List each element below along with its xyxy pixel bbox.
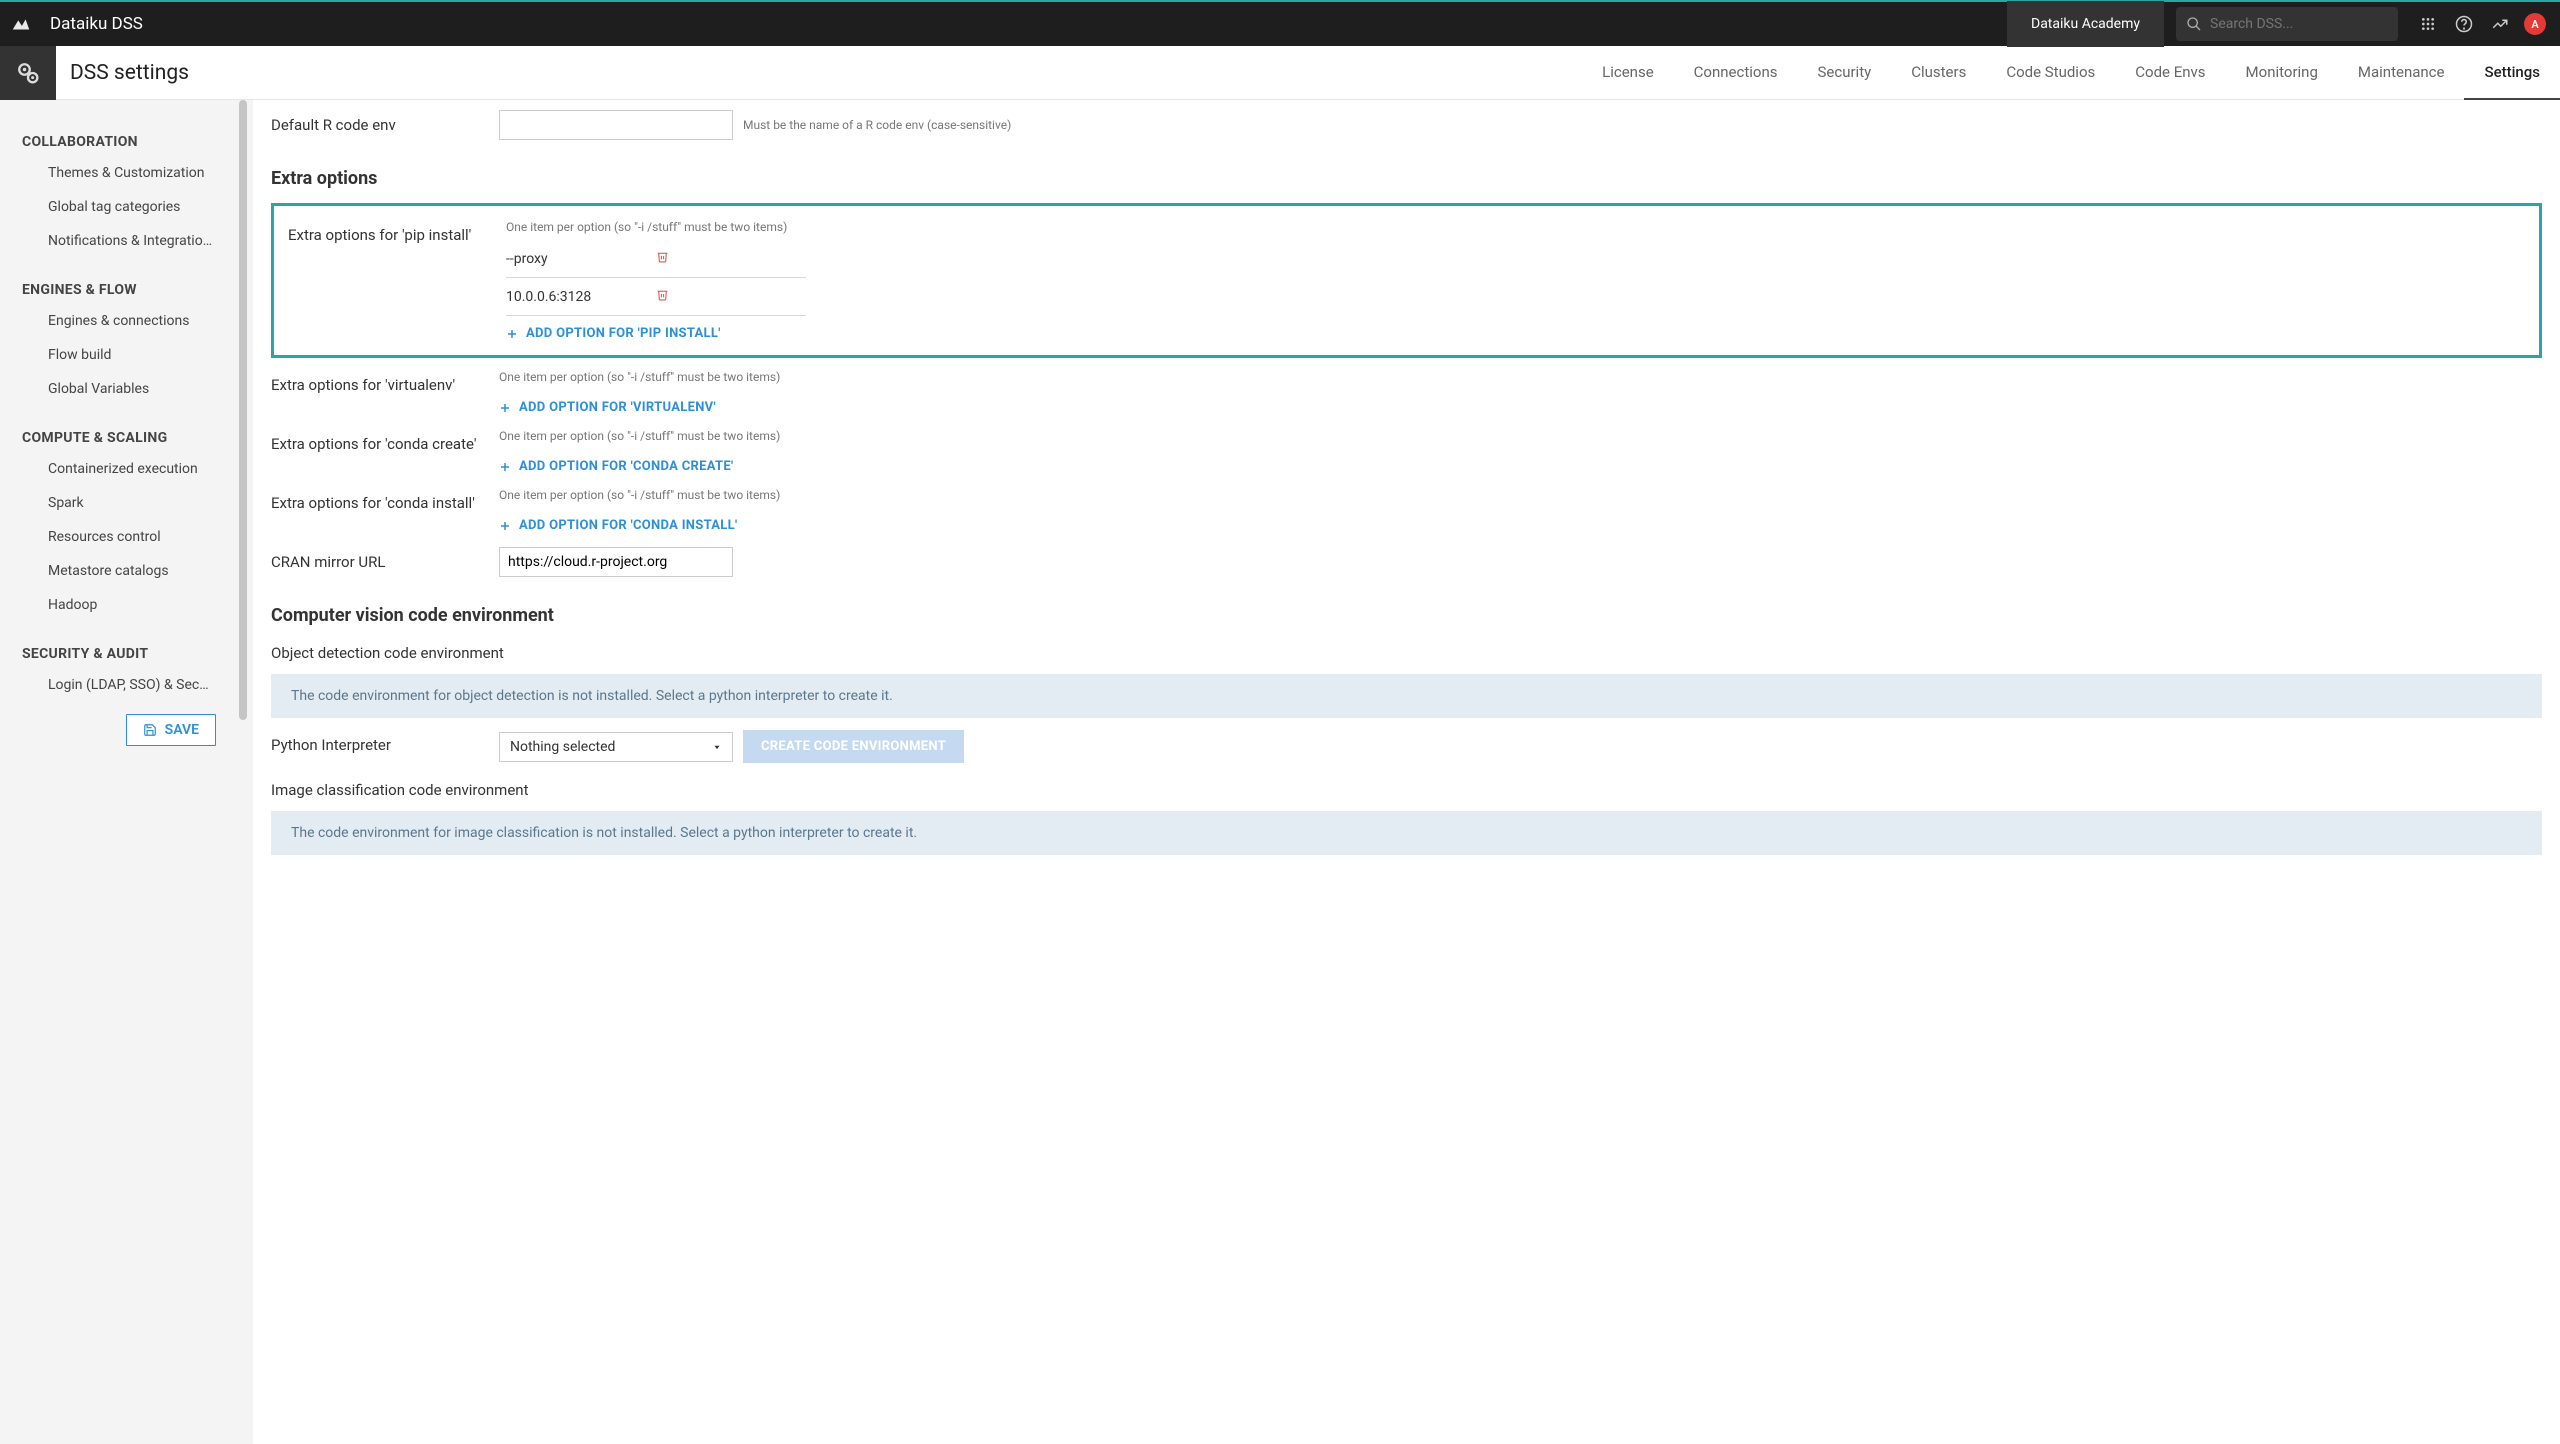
- cran-label: CRAN mirror URL: [271, 547, 499, 571]
- default-r-env-input[interactable]: [499, 110, 733, 140]
- search-icon: [2186, 16, 2202, 32]
- plus-icon: [499, 520, 511, 532]
- save-icon: [143, 723, 157, 737]
- pip-option-value[interactable]: 10.0.0.6:3128: [506, 289, 652, 305]
- plus-icon: [506, 328, 518, 340]
- sidebar-section-security: SECURITY & AUDIT: [0, 636, 238, 668]
- plus-icon: [499, 461, 511, 473]
- add-conda-create-label: ADD OPTION FOR 'CONDA CREATE': [519, 459, 733, 474]
- conda-install-label: Extra options for 'conda install': [271, 488, 499, 512]
- add-venv-option-button[interactable]: ADD OPTION FOR 'VIRTUALENV': [499, 390, 716, 419]
- sidebar-item-engines[interactable]: Engines & connections: [0, 304, 238, 338]
- cran-input[interactable]: [499, 547, 733, 577]
- sidebar-item-resources[interactable]: Resources control: [0, 520, 238, 554]
- add-conda-install-label: ADD OPTION FOR 'CONDA INSTALL': [519, 518, 737, 533]
- save-button[interactable]: SAVE: [126, 714, 216, 746]
- sidebar-item-themes[interactable]: Themes & Customization: [0, 156, 238, 190]
- tab-code-envs[interactable]: Code Envs: [2115, 46, 2225, 100]
- save-label: SAVE: [165, 722, 199, 738]
- py-interp-select[interactable]: Nothing selected: [499, 732, 733, 762]
- venv-options-hint: One item per option (so "-i /stuff" must…: [499, 370, 799, 384]
- tab-monitoring[interactable]: Monitoring: [2226, 46, 2338, 100]
- pip-option-item: --proxy: [506, 240, 806, 278]
- py-interp-label: Python Interpreter: [271, 730, 499, 754]
- topbar: Dataiku DSS Dataiku Academy A: [0, 0, 2560, 46]
- academy-link[interactable]: Dataiku Academy: [2007, 1, 2164, 47]
- tab-security[interactable]: Security: [1797, 46, 1891, 100]
- brand-title: Dataiku DSS: [50, 14, 143, 34]
- img-cls-heading: Image classification code environment: [271, 781, 2542, 799]
- venv-options-label: Extra options for 'virtualenv': [271, 370, 499, 394]
- add-conda-install-button[interactable]: ADD OPTION FOR 'CONDA INSTALL': [499, 508, 737, 537]
- sidebar-item-containerized[interactable]: Containerized execution: [0, 452, 238, 486]
- add-pip-option-label: ADD OPTION FOR 'PIP INSTALL': [526, 326, 721, 341]
- py-interp-selected: Nothing selected: [510, 739, 615, 755]
- tab-maintenance[interactable]: Maintenance: [2338, 46, 2465, 100]
- pip-option-value[interactable]: --proxy: [506, 251, 652, 267]
- img-cls-info: The code environment for image classific…: [271, 811, 2542, 855]
- tab-license[interactable]: License: [1582, 46, 1674, 100]
- sidebar-item-notifications[interactable]: Notifications & Integrations: [0, 224, 238, 258]
- sidebar-section-collaboration: COLLABORATION: [0, 124, 238, 156]
- conda-create-hint: One item per option (so "-i /stuff" must…: [499, 429, 799, 443]
- chevron-down-icon: [712, 742, 722, 752]
- page-title: DSS settings: [70, 61, 189, 85]
- nav-tabs: License Connections Security Clusters Co…: [1582, 46, 2560, 100]
- search-input[interactable]: [2210, 16, 2388, 32]
- conda-create-label: Extra options for 'conda create': [271, 429, 499, 453]
- default-r-env-hint: Must be the name of a R code env (case-s…: [743, 118, 1011, 132]
- sidebar-section-compute: COMPUTE & SCALING: [0, 420, 238, 452]
- sub-header: DSS settings License Connections Securit…: [0, 46, 2560, 100]
- sidebar-item-login[interactable]: Login (LDAP, SSO) & Secur…: [0, 668, 238, 702]
- pip-options-hint: One item per option (so "-i /stuff" must…: [506, 220, 806, 234]
- pip-option-item: 10.0.0.6:3128: [506, 278, 806, 316]
- avatar[interactable]: A: [2524, 13, 2546, 35]
- apps-icon[interactable]: [2410, 16, 2446, 32]
- pip-options-label: Extra options for 'pip install': [288, 220, 506, 244]
- default-r-env-label: Default R code env: [271, 110, 499, 134]
- sidebar-section-engines: ENGINES & FLOW: [0, 272, 238, 304]
- trash-icon[interactable]: [652, 250, 806, 267]
- add-conda-create-button[interactable]: ADD OPTION FOR 'CONDA CREATE': [499, 449, 733, 478]
- sidebar: COLLABORATION Themes & Customization Glo…: [0, 100, 253, 1444]
- cv-heading: Computer vision code environment: [271, 605, 2542, 626]
- tab-settings[interactable]: Settings: [2464, 46, 2560, 100]
- global-search[interactable]: [2176, 7, 2398, 41]
- conda-install-hint: One item per option (so "-i /stuff" must…: [499, 488, 799, 502]
- pip-options-box: Extra options for 'pip install' One item…: [271, 203, 2542, 358]
- obj-det-info: The code environment for object detectio…: [271, 674, 2542, 718]
- sidebar-item-flow-build[interactable]: Flow build: [0, 338, 238, 372]
- sidebar-item-spark[interactable]: Spark: [0, 486, 238, 520]
- extra-options-heading: Extra options: [271, 168, 2542, 189]
- main-content: Default R code env Must be the name of a…: [253, 100, 2560, 1444]
- activity-icon[interactable]: [2482, 15, 2518, 33]
- gear-icon[interactable]: [0, 46, 56, 100]
- sidebar-item-metastore[interactable]: Metastore catalogs: [0, 554, 238, 588]
- sidebar-scrollbar[interactable]: [239, 100, 247, 720]
- tab-code-studios[interactable]: Code Studios: [1986, 46, 2115, 100]
- sidebar-item-hadoop[interactable]: Hadoop: [0, 588, 238, 622]
- obj-det-heading: Object detection code environment: [271, 644, 2542, 662]
- tab-clusters[interactable]: Clusters: [1891, 46, 1986, 100]
- trash-icon[interactable]: [652, 288, 806, 305]
- create-code-env-button[interactable]: CREATE CODE ENVIRONMENT: [743, 730, 964, 763]
- tab-connections[interactable]: Connections: [1674, 46, 1798, 100]
- sidebar-item-global-vars[interactable]: Global Variables: [0, 372, 238, 406]
- sidebar-item-global-tags[interactable]: Global tag categories: [0, 190, 238, 224]
- add-pip-option-button[interactable]: ADD OPTION FOR 'PIP INSTALL': [506, 316, 721, 345]
- help-icon[interactable]: [2446, 15, 2482, 33]
- brand-logo-icon[interactable]: [0, 13, 42, 35]
- add-venv-option-label: ADD OPTION FOR 'VIRTUALENV': [519, 400, 716, 415]
- plus-icon: [499, 402, 511, 414]
